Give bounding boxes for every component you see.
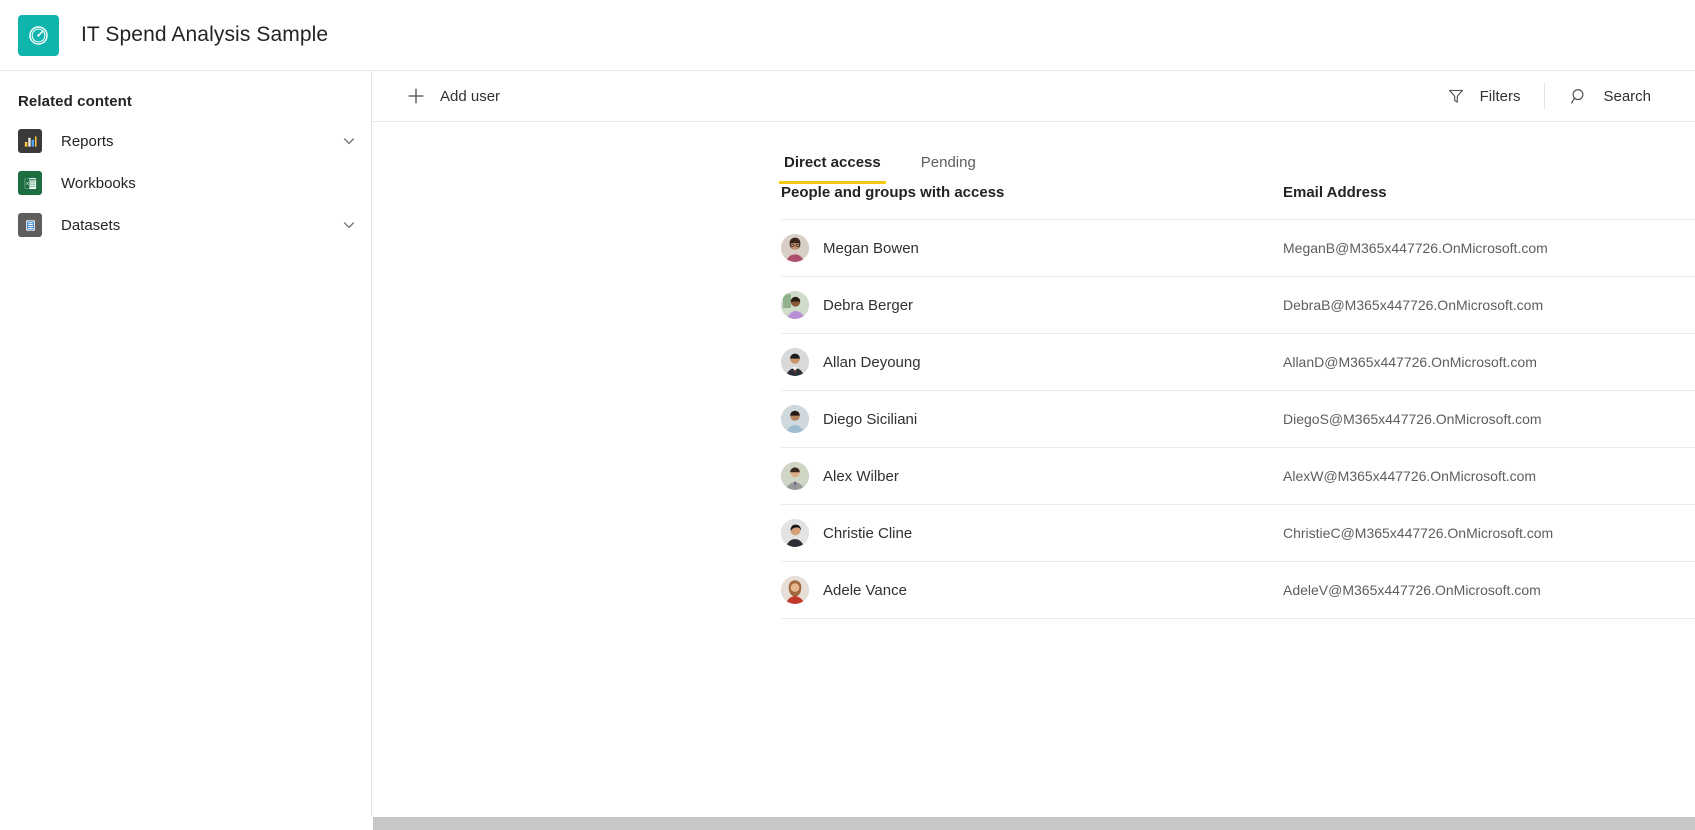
access-table: People and groups with access Email Addr…	[781, 184, 1695, 619]
person-name: Allan Deyoung	[823, 353, 921, 371]
column-header-email: Email Address	[1283, 184, 1695, 220]
cell-person: Allan Deyoung	[781, 333, 1283, 391]
table-row[interactable]: Megan Bowen MeganB@M365x447726.OnMicroso…	[781, 219, 1695, 277]
app-header: IT Spend Analysis Sample	[0, 0, 1695, 71]
add-user-button[interactable]: Add user	[396, 76, 510, 116]
avatar	[781, 234, 809, 262]
cell-email: DebraB@M365x447726.OnMicrosoft.com	[1283, 276, 1695, 334]
cell-email: AllanD@M365x447726.OnMicrosoft.com	[1283, 333, 1695, 391]
sidebar-item-label: Workbooks	[61, 174, 136, 192]
avatar	[781, 576, 809, 604]
cell-person: Christie Cline	[781, 504, 1283, 562]
access-table-container: People and groups with access Email Addr…	[372, 184, 1695, 816]
table-row[interactable]: Debra Berger DebraB@M365x447726.OnMicros…	[781, 276, 1695, 334]
chevron-down-icon[interactable]	[341, 133, 357, 149]
search-icon	[1569, 86, 1589, 106]
avatar	[781, 462, 809, 490]
tab-list: Direct access Pending	[372, 122, 1695, 184]
person-name: Megan Bowen	[823, 239, 919, 257]
table-row[interactable]: Diego Siciliani DiegoS@M365x447726.OnMic…	[781, 390, 1695, 448]
table-body: Megan Bowen MeganB@M365x447726.OnMicroso…	[781, 219, 1695, 619]
filter-icon	[1446, 86, 1466, 106]
person-name: Christie Cline	[823, 524, 913, 542]
person-name: Diego Siciliani	[823, 410, 918, 428]
sidebar-item-workbooks[interactable]: X Workbooks	[0, 162, 371, 204]
person-name: Alex Wilber	[823, 467, 899, 485]
excel-workbook-icon: X	[18, 171, 42, 195]
search-button[interactable]: Search	[1559, 76, 1661, 116]
column-header-people: People and groups with access	[781, 184, 1283, 220]
sidebar-item-label: Reports	[61, 132, 114, 150]
plus-icon	[406, 86, 426, 106]
cell-person: Alex Wilber	[781, 447, 1283, 505]
sidebar-item-datasets[interactable]: Datasets	[0, 204, 371, 246]
horizontal-scrollbar[interactable]	[373, 816, 1695, 830]
search-label: Search	[1603, 87, 1651, 105]
page-title: IT Spend Analysis Sample	[81, 23, 329, 46]
cell-person: Megan Bowen	[781, 219, 1283, 277]
command-bar-divider	[1544, 83, 1546, 109]
sidebar-heading: Related content	[18, 93, 133, 110]
add-user-label: Add user	[440, 87, 501, 105]
gauge-icon	[18, 14, 59, 56]
tab-direct-access[interactable]: Direct access	[779, 154, 886, 184]
filters-button[interactable]: Filters	[1436, 76, 1531, 116]
cell-person: Adele Vance	[781, 561, 1283, 619]
table-row[interactable]: Christie Cline ChristieC@M365x447726.OnM…	[781, 504, 1695, 562]
sidebar-item-reports[interactable]: Reports	[0, 120, 371, 162]
cell-email: MeganB@M365x447726.OnMicrosoft.com	[1283, 219, 1695, 277]
cell-email: AlexW@M365x447726.OnMicrosoft.com	[1283, 447, 1695, 505]
avatar	[781, 405, 809, 433]
filters-label: Filters	[1479, 87, 1521, 105]
bar-chart-icon	[18, 129, 42, 153]
table-row[interactable]: Adele Vance AdeleV@M365x447726.OnMicroso…	[781, 561, 1695, 619]
chevron-down-icon[interactable]	[341, 217, 357, 233]
sidebar-item-label: Datasets	[61, 216, 121, 234]
command-bar-right: Filters Search	[1436, 76, 1695, 116]
command-bar: Add user Filters Search	[372, 71, 1695, 122]
avatar	[781, 291, 809, 319]
cell-email: ChristieC@M365x447726.OnMicrosoft.com	[1283, 504, 1695, 562]
cell-person: Diego Siciliani	[781, 390, 1283, 448]
cell-person: Debra Berger	[781, 276, 1283, 334]
table-row[interactable]: Allan Deyoung AllanD@M365x447726.OnMicro…	[781, 333, 1695, 391]
table-row[interactable]: Alex Wilber AlexW@M365x447726.OnMicrosof…	[781, 447, 1695, 505]
dataset-icon	[18, 213, 42, 237]
cell-email: AdeleV@M365x447726.OnMicrosoft.com	[1283, 561, 1695, 619]
cell-email: DiegoS@M365x447726.OnMicrosoft.com	[1283, 390, 1695, 448]
table-header-row: People and groups with access Email Addr…	[781, 184, 1695, 220]
tab-pending[interactable]: Pending	[918, 154, 979, 184]
person-name: Adele Vance	[823, 581, 907, 599]
body-split: Related content Reports X Workbooks Data…	[0, 71, 1695, 816]
person-name: Debra Berger	[823, 296, 914, 314]
scrollbar-thumb[interactable]	[373, 817, 1573, 830]
avatar	[781, 348, 809, 376]
avatar	[781, 519, 809, 547]
sidebar: Related content Reports X Workbooks Data…	[0, 71, 372, 816]
table-head: People and groups with access Email Addr…	[781, 184, 1695, 220]
main-content: Add user Filters Search Direct access Pe…	[372, 71, 1695, 816]
manage-permissions-window: IT Spend Analysis Sample Related content…	[0, 0, 1695, 830]
